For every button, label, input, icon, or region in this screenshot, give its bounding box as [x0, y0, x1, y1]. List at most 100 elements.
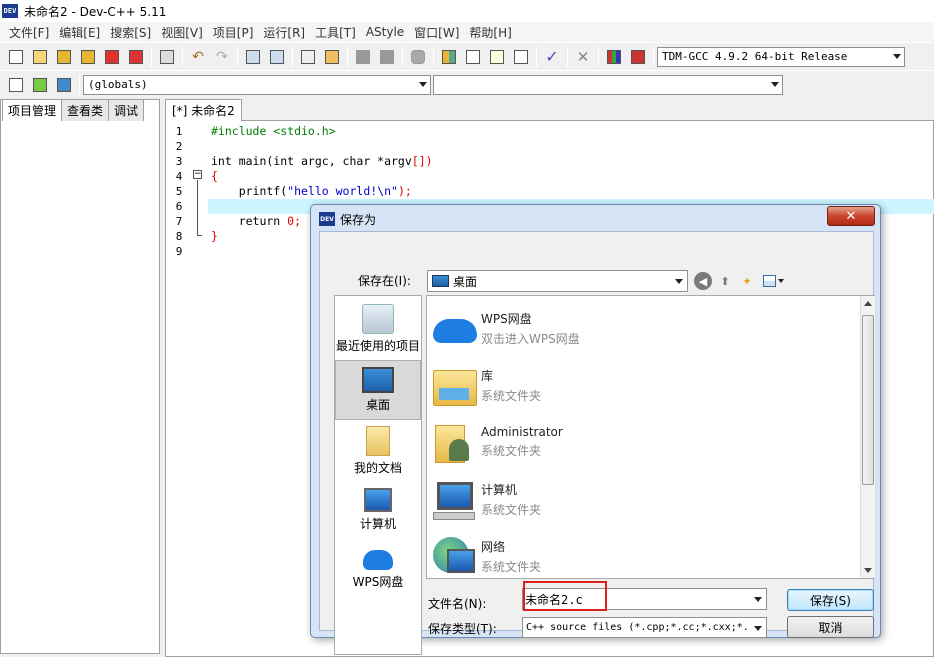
save-in-select[interactable]: 桌面 — [427, 270, 688, 292]
print-icon[interactable] — [157, 47, 177, 67]
scroll-up-icon[interactable] — [864, 301, 872, 306]
delete-icon[interactable]: ✕ — [573, 47, 593, 67]
indent-icon[interactable] — [298, 47, 318, 67]
line-number: 1 — [175, 125, 183, 138]
class-toolbar: (globals) — [0, 70, 934, 98]
open-file-icon[interactable] — [30, 47, 50, 67]
menu-project[interactable]: 项目[P] — [208, 24, 259, 41]
code-line-3: int main(int argc, char *argv — [211, 154, 412, 168]
compiler-select[interactable]: TDM-GCC 4.9.2 64-bit Release — [657, 46, 905, 67]
place-label: 桌面 — [365, 398, 390, 412]
code-token: ; — [294, 214, 302, 228]
tab-classes[interactable]: 查看类 — [61, 99, 110, 121]
tab-untitled2[interactable]: [*] 未命名2 — [165, 99, 242, 121]
goto-icon[interactable] — [322, 47, 342, 67]
place-documents[interactable]: 我的文档 — [335, 426, 421, 476]
fold-end — [197, 235, 202, 236]
place-computer[interactable]: 计算机 — [335, 488, 421, 532]
back-icon[interactable]: ◀ — [694, 272, 712, 290]
split-icon[interactable] — [487, 47, 507, 67]
grid-icon[interactable] — [511, 47, 531, 67]
find-icon[interactable] — [243, 47, 263, 67]
filename-highlight-box — [523, 581, 607, 611]
fold-collapse-icon[interactable]: − — [193, 170, 202, 179]
window-icon[interactable] — [463, 47, 483, 67]
chevron-down-icon[interactable] — [754, 597, 762, 602]
cancel-button[interactable]: 取消 — [787, 616, 874, 638]
view-menu-button[interactable] — [763, 273, 789, 289]
tab-project[interactable]: 项目管理 — [2, 99, 63, 121]
save-all-icon[interactable] — [78, 47, 98, 67]
redo-icon[interactable]: ↷ — [212, 47, 232, 67]
save-button[interactable]: 保存(S) — [787, 589, 874, 611]
toggle-bookmark-icon[interactable] — [408, 47, 428, 67]
item-name: 网络 — [481, 539, 506, 554]
menu-help[interactable]: 帮助[H] — [464, 24, 516, 41]
menu-file[interactable]: 文件[F] — [4, 24, 54, 41]
item-name: Administrator — [481, 425, 563, 439]
insert-icon[interactable] — [6, 75, 26, 95]
menu-bar: 文件[F] 编辑[E] 搜索[S] 视图[V] 项目[P] 运行[R] 工具[T… — [0, 22, 934, 42]
editor-tabs: [*] 未命名2 — [165, 99, 242, 121]
item-type: 系统文件夹 — [481, 444, 542, 458]
code-token: ); — [397, 184, 412, 198]
menu-window[interactable]: 窗口[W] — [409, 24, 464, 41]
goto-definition-icon[interactable] — [54, 75, 74, 95]
list-item[interactable]: 网络 系统文件夹 — [431, 529, 851, 578]
new-file-icon[interactable] — [6, 47, 26, 67]
close-all-icon[interactable] — [126, 47, 146, 67]
list-item[interactable]: WPS网盘 双击进入WPS网盘 — [431, 301, 851, 355]
network-icon — [431, 533, 477, 578]
list-item[interactable]: 计算机 系统文件夹 — [431, 472, 851, 526]
close-file-icon[interactable] — [102, 47, 122, 67]
menu-tools[interactable]: 工具[T] — [310, 24, 361, 41]
code-token: [] — [411, 154, 426, 168]
new-folder-icon[interactable]: ✦ — [738, 272, 756, 290]
bookmark-next-icon[interactable] — [377, 47, 397, 67]
scrollbar-thumb[interactable] — [862, 315, 874, 485]
dialog-title: 保存为 — [340, 213, 377, 227]
documents-icon — [366, 426, 390, 456]
list-item[interactable]: 库系统文件夹 — [431, 358, 851, 412]
tile-icon[interactable] — [439, 47, 459, 67]
goto-declaration-icon[interactable] — [30, 75, 50, 95]
item-name: 库 — [481, 368, 494, 383]
member-select[interactable] — [433, 74, 783, 95]
wps-cloud-icon — [363, 550, 393, 570]
place-label: 最近使用的项目 — [335, 339, 420, 353]
check-icon[interactable]: ✓ — [542, 47, 562, 67]
bookmark-prev-icon[interactable] — [353, 47, 373, 67]
code-token: ) — [425, 154, 433, 168]
chart-icon[interactable] — [604, 47, 624, 67]
list-item[interactable]: Administrator 系统文件夹 — [431, 415, 851, 469]
replace-icon[interactable] — [267, 47, 287, 67]
code-line-4: { — [211, 169, 218, 183]
item-type: 双击进入WPS网盘 — [481, 331, 580, 346]
save-icon[interactable] — [54, 47, 74, 67]
scroll-down-icon[interactable] — [864, 568, 872, 573]
place-recent[interactable]: 最近使用的项目 — [335, 304, 421, 354]
filetype-value: C++ source files (*.cpp;*.cc;*.cxx;*. — [526, 622, 749, 633]
up-folder-icon[interactable]: ⬆ — [716, 272, 734, 290]
menu-edit[interactable]: 编辑[E] — [54, 24, 105, 41]
close-button[interactable]: ✕ — [827, 206, 875, 226]
menu-search[interactable]: 搜索[S] — [105, 24, 156, 41]
scope-select-value: (globals) — [88, 78, 148, 91]
scope-select[interactable]: (globals) — [83, 74, 431, 95]
chevron-down-icon — [893, 53, 901, 59]
scrollbar[interactable] — [860, 296, 875, 578]
place-desktop[interactable]: 桌面 — [335, 360, 421, 420]
code-line-1: #include <stdio.h> — [211, 124, 336, 138]
main-toolbar: ↶ ↷ ✓ ✕ TDM-GCC 4.9.2 64-bit Release — [0, 42, 934, 70]
profile-icon[interactable] — [628, 47, 648, 67]
menu-astyle[interactable]: AStyle — [361, 25, 409, 39]
wps-cloud-icon — [431, 305, 477, 351]
undo-icon[interactable]: ↶ — [188, 47, 208, 67]
filename-label: 文件名(N): — [428, 597, 487, 611]
place-wps-cloud[interactable]: WPS网盘 — [335, 550, 421, 590]
place-label: 我的文档 — [353, 461, 402, 475]
tab-debug[interactable]: 调试 — [108, 99, 145, 121]
filetype-select[interactable]: C++ source files (*.cpp;*.cc;*.cxx;*. — [522, 617, 767, 638]
menu-run[interactable]: 运行[R] — [258, 24, 310, 41]
menu-view[interactable]: 视图[V] — [156, 24, 208, 41]
